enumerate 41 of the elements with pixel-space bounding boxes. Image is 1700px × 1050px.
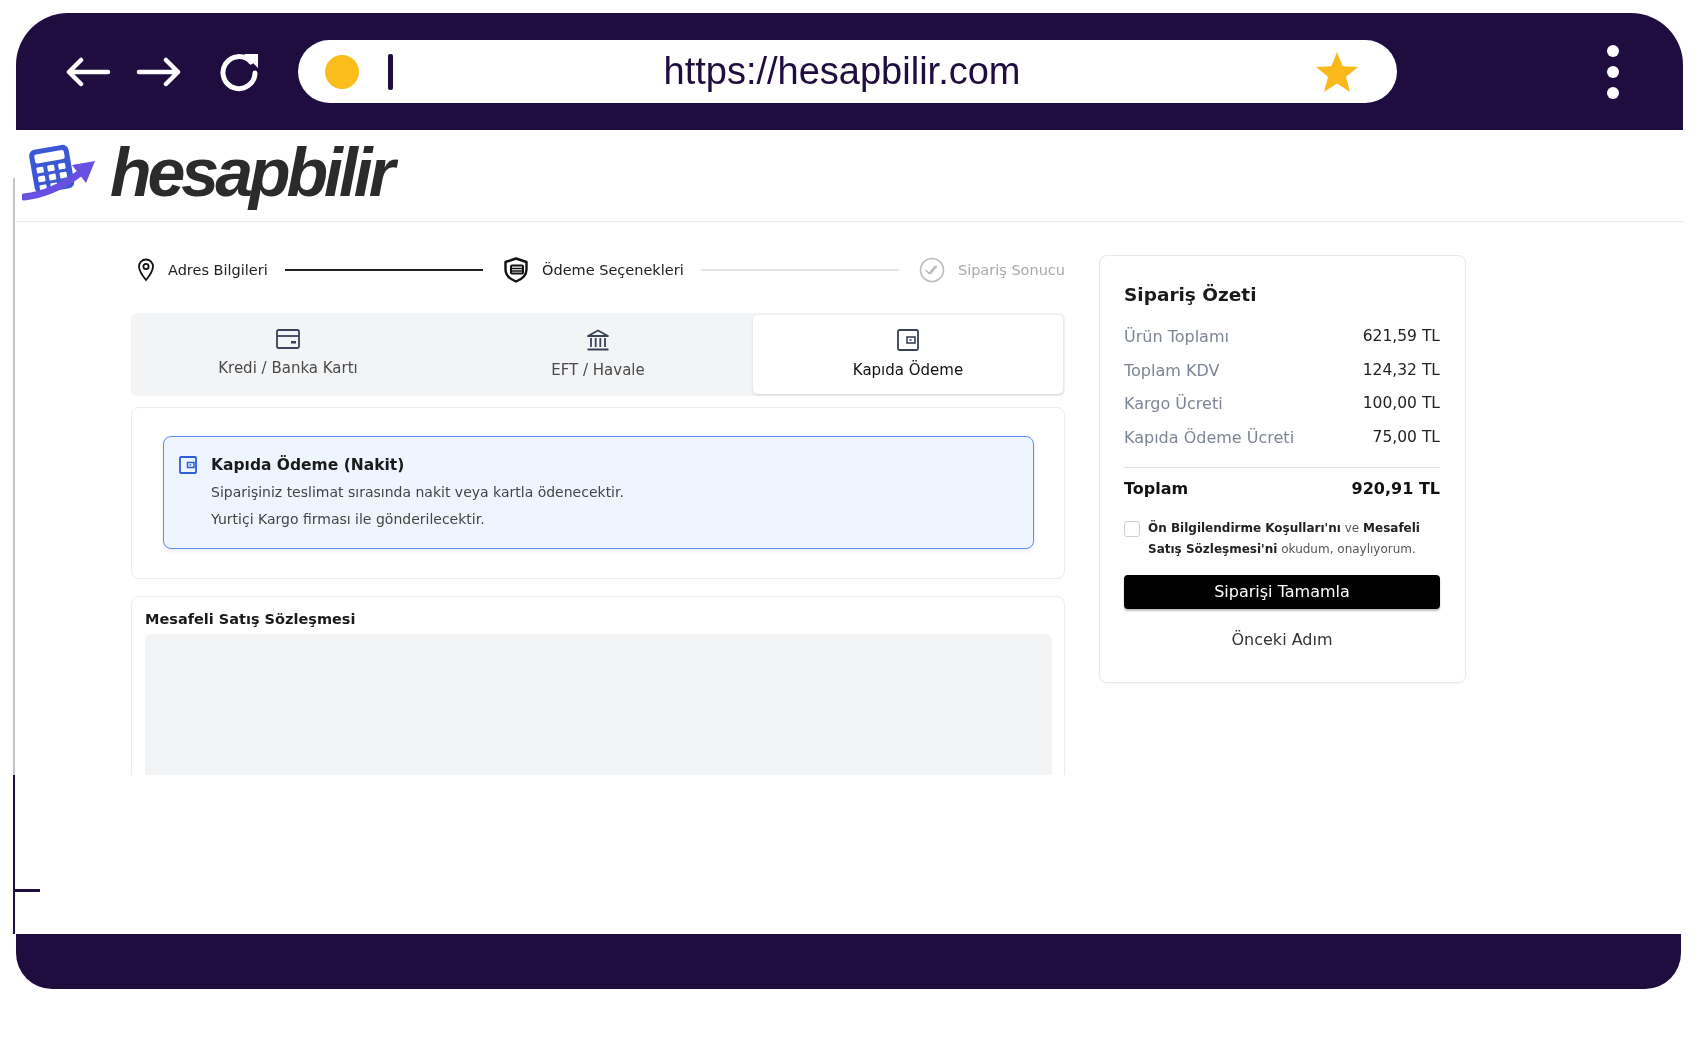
step-label: Ödeme Seçenekleri	[542, 262, 684, 278]
contract-title: Mesafeli Satış Sözleşmesi	[145, 610, 357, 628]
summary-value: 124,32 TL	[1362, 359, 1440, 381]
complete-order-button[interactable]: Siparişi Tamamla	[1124, 574, 1440, 609]
calculator-logo-icon	[22, 142, 96, 201]
summary-value: 75,00 TL	[1372, 426, 1440, 448]
summary-value: 100,00 TL	[1362, 393, 1440, 414]
forward-arrow-icon[interactable]	[136, 56, 182, 87]
summary-label: Ürün Toplamı	[1124, 326, 1229, 348]
consent-checkbox[interactable]	[1124, 520, 1140, 537]
text-cursor-icon	[388, 53, 393, 90]
menu-icon[interactable]	[1606, 43, 1620, 100]
url-text: https://hesapbilir.com	[663, 50, 1021, 93]
previous-step-button[interactable]: Önceki Adım	[1227, 628, 1337, 651]
payment-tab[interactable]: Kapıda Ödeme	[753, 315, 1063, 394]
bank-building-icon	[586, 329, 610, 351]
wallet-icon	[179, 456, 197, 474]
wallet-icon	[897, 329, 919, 351]
summary-label: Toplam KDV	[1124, 359, 1220, 382]
credit-card-icon	[276, 329, 300, 349]
star-icon[interactable]	[1315, 50, 1359, 93]
notice-title: Kapıda Ödeme (Nakit)	[211, 455, 406, 475]
status-dot-icon	[325, 54, 359, 89]
summary-title: Sipariş Özeti	[1124, 283, 1258, 307]
step-label: Sipariş Sonucu	[957, 262, 1065, 278]
payment-tab[interactable]: EFT / Havale	[443, 315, 753, 394]
summary-label: Kapıda Ödeme Ücreti	[1124, 426, 1295, 449]
step-label: Adres Bilgileri	[168, 262, 268, 278]
notice-text: Siparişiniz teslimat sırasında nakit veya kartla ödenecektir.	[211, 483, 624, 502]
total-label: Toplam	[1124, 478, 1189, 500]
check-circle-icon	[918, 257, 945, 283]
payment-tab[interactable]: Kredi / Banka Kartı	[133, 315, 443, 394]
summary-label: Kargo Ücreti	[1124, 393, 1223, 415]
address-bar[interactable]: https://hesapbilir.com	[298, 40, 1397, 103]
summary-value: 621,59 TL	[1362, 326, 1440, 347]
location-pin-icon	[137, 258, 155, 282]
total-value: 920,91 TL	[1351, 478, 1440, 500]
notice-text: Yurtiçi Kargo firması ile gönderilecektir.	[211, 510, 486, 529]
back-arrow-icon[interactable]	[65, 56, 111, 87]
shield-card-icon	[503, 257, 529, 283]
consent-text: Ön Bilgilendirme Koşulları'nı ve Mesafeli Satış Sözleşmesi'ni okudum, onaylıyorum.	[1148, 519, 1421, 558]
